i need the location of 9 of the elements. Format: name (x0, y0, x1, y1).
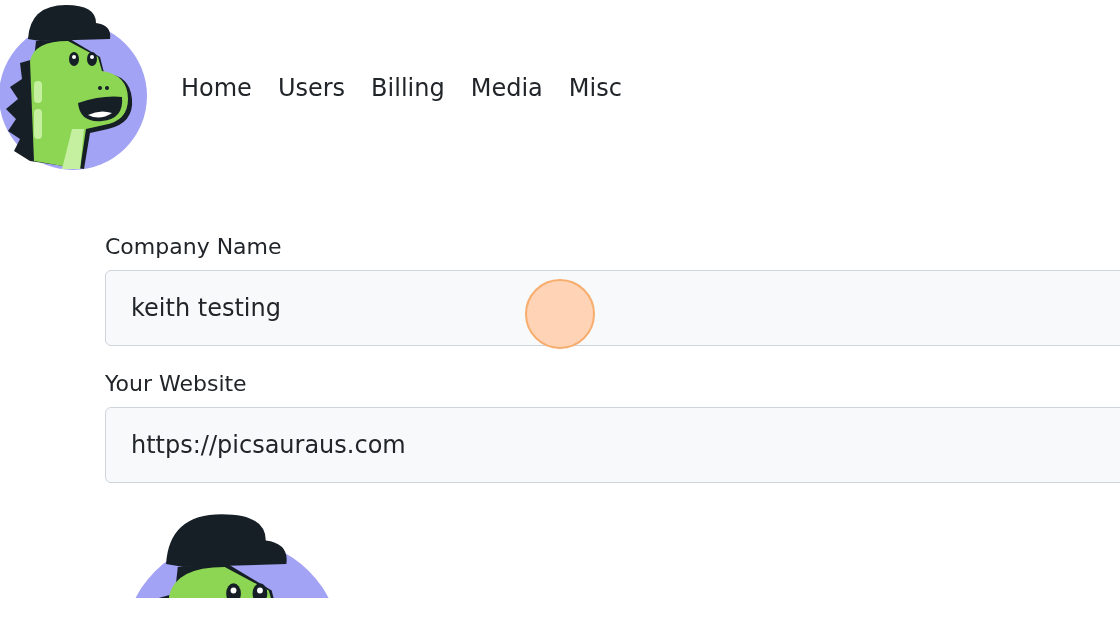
text-field[interactable]: https://picsauraus.com (105, 407, 1120, 483)
nav-link[interactable]: Home (181, 74, 252, 102)
text-field[interactable]: keith testing (105, 270, 1120, 346)
field-label: Your Website (105, 371, 247, 397)
nav-link[interactable]: Media (470, 74, 543, 102)
nav-link[interactable]: Misc (568, 74, 622, 102)
nav-link[interactable]: Users (277, 74, 346, 102)
nav-link[interactable]: Billing (371, 74, 445, 102)
field-label: Company Name (105, 234, 282, 260)
